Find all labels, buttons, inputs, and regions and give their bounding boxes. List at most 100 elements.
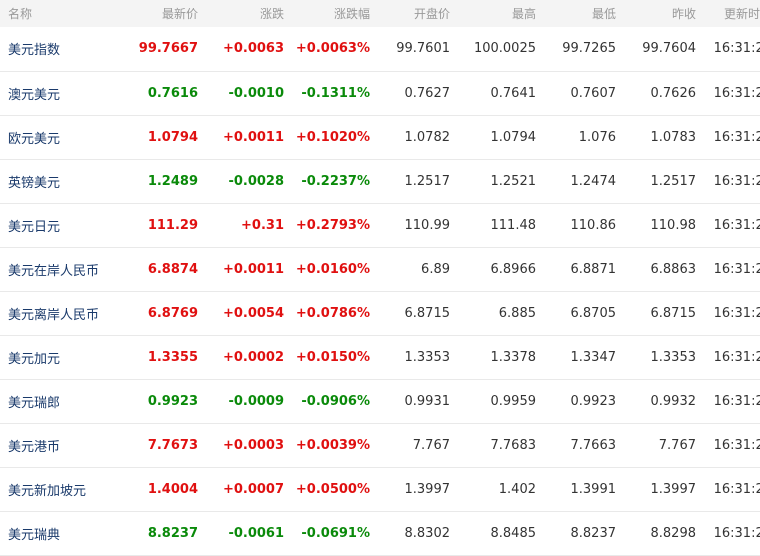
- high-price: 100.0025: [473, 41, 536, 57]
- header-name[interactable]: 名称: [0, 0, 118, 27]
- open-price: 1.0782: [404, 129, 451, 145]
- pair-name-cell: 美元瑞郎: [0, 379, 118, 423]
- update-time: 16:31:27: [713, 85, 760, 101]
- table-row[interactable]: 欧元美元 1.0794 +0.0011 +0.1020% 1.0782 1.0794 1.0…: [0, 115, 760, 159]
- pair-name-link[interactable]: 美元加元: [8, 352, 60, 367]
- pair-name-link[interactable]: 美元离岸人民币: [8, 308, 99, 323]
- header-change[interactable]: 涨跌: [206, 0, 292, 27]
- table-row[interactable]: 美元新加坡元 1.4004 +0.0007 +0.0500% 1.3997 1.402 1.…: [0, 467, 760, 511]
- pair-name-cell: 美元在岸人民币: [0, 247, 118, 291]
- open-price: 0.9931: [404, 393, 451, 409]
- high-price: 1.402: [498, 481, 536, 497]
- header-last-price[interactable]: 最新价: [118, 0, 206, 27]
- change-value: +0.0007: [222, 481, 284, 497]
- table-row[interactable]: 美元瑞典 8.8237 -0.0061 -0.0691% 8.8302 8.8485 8.8…: [0, 511, 760, 555]
- update-time: 16:31:28: [713, 41, 760, 57]
- change-value: +0.31: [241, 217, 284, 233]
- change-percent: +0.1020%: [295, 129, 370, 145]
- high-price: 1.0794: [490, 129, 537, 145]
- update-time: 16:31:24: [713, 217, 760, 233]
- prev-close: 1.3353: [650, 349, 697, 365]
- pair-name-link[interactable]: 英镑美元: [8, 176, 60, 191]
- header-prev-close[interactable]: 昨收: [624, 0, 704, 27]
- open-price: 0.7627: [404, 85, 451, 101]
- change-percent: +0.2793%: [295, 217, 370, 233]
- high-price: 0.7641: [490, 85, 537, 101]
- change-percent: +0.0500%: [295, 481, 370, 497]
- prev-close: 110.98: [650, 217, 697, 233]
- header-open[interactable]: 开盘价: [378, 0, 458, 27]
- table-row[interactable]: 美元港币 7.7673 +0.0003 +0.0039% 7.767 7.7683 7.76…: [0, 423, 760, 467]
- change-value: +0.0054: [222, 305, 284, 321]
- update-time: 16:31:27: [713, 305, 760, 321]
- prev-close: 0.9932: [650, 393, 697, 409]
- low-price: 7.7663: [570, 437, 617, 453]
- low-price: 99.7265: [562, 41, 616, 57]
- pair-name-link[interactable]: 美元港币: [8, 440, 60, 455]
- pair-name-link[interactable]: 美元在岸人民币: [8, 264, 99, 279]
- header-update-time[interactable]: 更新时间: [704, 0, 760, 27]
- low-price: 0.7607: [570, 85, 617, 101]
- pair-name-link[interactable]: 美元瑞郎: [8, 396, 60, 411]
- table-row[interactable]: 美元日元 111.29 +0.31 +0.2793% 110.99 111.48 110.8…: [0, 203, 760, 247]
- low-price: 110.86: [570, 217, 617, 233]
- pair-name-cell: 澳元美元: [0, 71, 118, 115]
- header-low[interactable]: 最低: [544, 0, 624, 27]
- table-row[interactable]: 澳元美元 0.7616 -0.0010 -0.1311% 0.7627 0.7641 0.7…: [0, 71, 760, 115]
- high-price: 1.2521: [490, 173, 537, 189]
- change-value: -0.0061: [228, 525, 284, 541]
- update-time: 16:31:25: [713, 525, 760, 541]
- pair-name-link[interactable]: 欧元美元: [8, 132, 60, 147]
- header-high[interactable]: 最高: [458, 0, 544, 27]
- change-percent: -0.1311%: [301, 85, 370, 101]
- open-price: 1.3353: [404, 349, 451, 365]
- pair-name-cell: 欧元美元: [0, 115, 118, 159]
- change-value: +0.0011: [222, 261, 284, 277]
- low-price: 6.8705: [570, 305, 617, 321]
- prev-close: 6.8863: [650, 261, 697, 277]
- update-time: 16:31:27: [713, 261, 760, 277]
- table-row[interactable]: 美元离岸人民币 6.8769 +0.0054 +0.0786% 6.8715 6.885 6…: [0, 291, 760, 335]
- table-row[interactable]: 美元瑞郎 0.9923 -0.0009 -0.0906% 0.9931 0.9959 0.9…: [0, 379, 760, 423]
- change-percent: +0.0063%: [295, 41, 370, 57]
- pair-name-link[interactable]: 美元瑞典: [8, 528, 60, 543]
- low-price: 1.3347: [570, 349, 617, 365]
- pair-name-cell: 美元新加坡元: [0, 467, 118, 511]
- table-row[interactable]: 美元在岸人民币 6.8874 +0.0011 +0.0160% 6.89 6.8966 6.…: [0, 247, 760, 291]
- last-price: 7.7673: [147, 437, 198, 453]
- pair-name-cell: 美元港币: [0, 423, 118, 467]
- change-percent: +0.0150%: [295, 349, 370, 365]
- table-row[interactable]: 美元加元 1.3355 +0.0002 +0.0150% 1.3353 1.3378 1.3…: [0, 335, 760, 379]
- update-time: 16:31:25: [713, 393, 760, 409]
- high-price: 6.885: [498, 305, 536, 321]
- low-price: 8.8237: [570, 525, 617, 541]
- last-price: 99.7667: [138, 41, 198, 57]
- update-time: 16:31:26: [713, 437, 760, 453]
- last-price: 111.29: [147, 217, 198, 233]
- prev-close: 99.7604: [642, 41, 696, 57]
- change-percent: +0.0786%: [295, 305, 370, 321]
- header-change-percent[interactable]: 涨跌幅: [292, 0, 378, 27]
- high-price: 111.48: [490, 217, 537, 233]
- low-price: 0.9923: [570, 393, 617, 409]
- table-row[interactable]: 英镑美元 1.2489 -0.0028 -0.2237% 1.2517 1.2521 1.2…: [0, 159, 760, 203]
- pair-name-link[interactable]: 美元日元: [8, 220, 60, 235]
- prev-close: 1.3997: [650, 481, 697, 497]
- pair-name-link[interactable]: 澳元美元: [8, 88, 60, 103]
- open-price: 110.99: [404, 217, 451, 233]
- table-row[interactable]: 美元指数 99.7667 +0.0063 +0.0063% 99.7601 100.002…: [0, 27, 760, 71]
- low-price: 1.076: [578, 129, 616, 145]
- last-price: 1.0794: [147, 129, 198, 145]
- high-price: 7.7683: [490, 437, 537, 453]
- last-price: 0.9923: [147, 393, 198, 409]
- pair-name-cell: 美元指数: [0, 27, 118, 71]
- prev-close: 8.8298: [650, 525, 697, 541]
- prev-close: 0.7626: [650, 85, 697, 101]
- last-price: 1.3355: [147, 349, 198, 365]
- change-value: +0.0003: [222, 437, 284, 453]
- pair-name-cell: 美元加元: [0, 335, 118, 379]
- update-time: 16:31:24: [713, 481, 760, 497]
- pair-name-link[interactable]: 美元指数: [8, 43, 60, 58]
- pair-name-cell: 英镑美元: [0, 159, 118, 203]
- pair-name-link[interactable]: 美元新加坡元: [8, 484, 86, 499]
